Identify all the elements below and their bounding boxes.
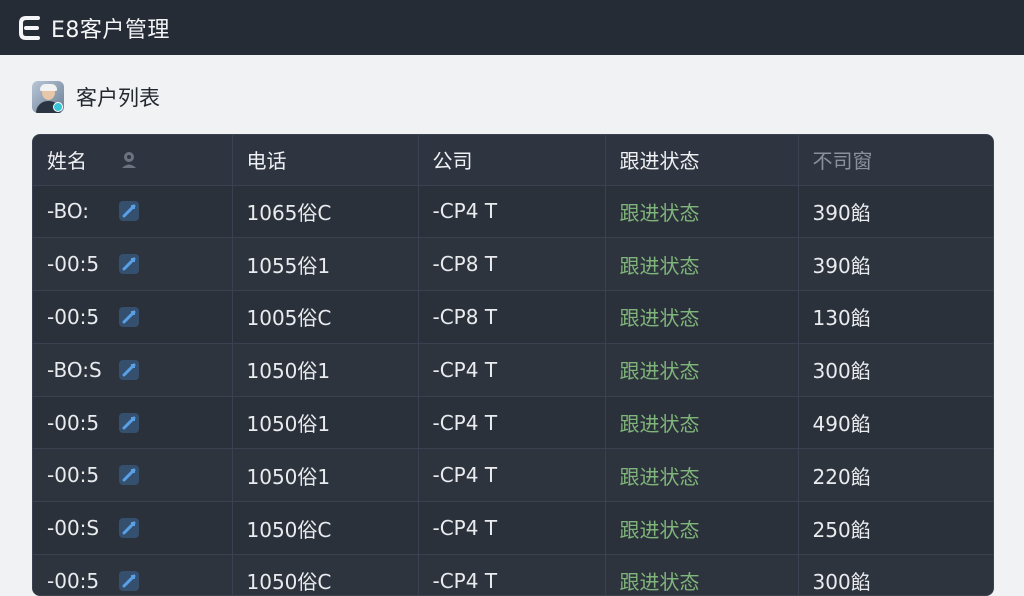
customer-name: -00:5 [47, 252, 100, 277]
cell-status[interactable]: 跟进状态 [605, 501, 799, 556]
cell-company: -CP8 T [418, 237, 606, 292]
edit-icon[interactable] [118, 570, 140, 592]
customer-table: 姓名 电话 公司 跟进状态 不司窗 -BO: 1065俗C -CP4 T 跟进状态 39… [32, 134, 994, 596]
cell-phone: 1050俗C [232, 554, 419, 595]
table-row[interactable]: -00:5 1005俗C -CP8 T 跟进状态 130餡 [33, 290, 993, 344]
cell-value: 390餡 [798, 237, 993, 292]
cell-status[interactable]: 跟进状态 [605, 343, 799, 397]
cell-company: -CP8 T [418, 290, 606, 344]
header-company[interactable]: 公司 [418, 135, 606, 186]
cell-phone: 1005俗C [232, 290, 419, 344]
cell-company: -CP4 T [418, 396, 606, 450]
section-title: 客户列表 [76, 86, 160, 110]
avatar[interactable] [32, 81, 64, 113]
table-row[interactable]: -BO:S 1050俗1 -CP4 T 跟进状态 300餡 [33, 343, 993, 397]
cell-name: -BO: [33, 185, 233, 239]
table-row[interactable]: -00:5 1050俗1 -CP4 T 跟进状态 220餡 [33, 448, 993, 503]
cell-name: -00:5 [33, 554, 233, 595]
cell-phone: 1050俗1 [232, 343, 419, 397]
cell-phone: 1055俗1 [232, 237, 419, 292]
cell-status[interactable]: 跟进状态 [605, 185, 799, 239]
cell-company: -CP4 T [418, 185, 606, 239]
edit-icon[interactable] [118, 412, 140, 434]
cell-value: 250餡 [798, 501, 993, 556]
edit-icon[interactable] [118, 306, 140, 328]
header-label: 姓名 [47, 149, 87, 174]
cell-name: -00:5 [33, 396, 233, 450]
online-status-icon [53, 102, 63, 112]
cell-phone: 1050俗C [232, 501, 419, 556]
logo-e-icon [19, 15, 40, 40]
cell-status[interactable]: 跟进状态 [605, 290, 799, 344]
cell-status[interactable]: 跟进状态 [605, 237, 799, 292]
customer-name: -BO:S [47, 357, 102, 382]
edit-icon[interactable] [118, 464, 140, 486]
cell-name: -00:S [33, 501, 233, 556]
app-title: E8客户管理 [51, 17, 170, 43]
top-bar: E8客户管理 [0, 0, 1024, 55]
cell-phone: 1050俗1 [232, 396, 419, 450]
edit-icon[interactable] [118, 253, 140, 275]
header-name[interactable]: 姓名 [33, 135, 233, 186]
header-status[interactable]: 跟进状态 [605, 135, 799, 186]
customer-name: -00:5 [47, 410, 100, 435]
edit-icon[interactable] [118, 517, 140, 539]
cell-value: 300餡 [798, 554, 993, 595]
table-row[interactable]: -00:S 1050俗C -CP4 T 跟进状态 250餡 [33, 501, 993, 556]
table-row[interactable]: -00:5 1050俗C -CP4 T 跟进状态 300餡 [33, 554, 993, 595]
cell-value: 490餡 [798, 396, 993, 450]
customer-name: -BO: [47, 199, 90, 224]
edit-icon[interactable] [118, 359, 140, 381]
cell-name: -BO:S [33, 343, 233, 397]
table-header-row: 姓名 电话 公司 跟进状态 不司窗 [33, 135, 993, 186]
cell-name: -00:5 [33, 448, 233, 503]
cell-status[interactable]: 跟进状态 [605, 554, 799, 595]
header-value[interactable]: 不司窗 [798, 135, 993, 186]
cell-value: 390餡 [798, 185, 993, 239]
table-row[interactable]: -00:5 1050俗1 -CP4 T 跟进状态 490餡 [33, 396, 993, 450]
sort-icon[interactable] [118, 149, 140, 171]
cell-value: 130餡 [798, 290, 993, 344]
customer-name: -00:5 [47, 568, 100, 593]
table-row[interactable]: -00:5 1055俗1 -CP8 T 跟进状态 390餡 [33, 237, 993, 292]
section-header: 客户列表 [32, 80, 160, 114]
cell-value: 220餡 [798, 448, 993, 503]
edit-icon[interactable] [118, 200, 140, 222]
table-row[interactable]: -BO: 1065俗C -CP4 T 跟进状态 390餡 [33, 185, 993, 239]
cell-name: -00:5 [33, 237, 233, 292]
cell-status[interactable]: 跟进状态 [605, 396, 799, 450]
cell-status[interactable]: 跟进状态 [605, 448, 799, 503]
cell-value: 300餡 [798, 343, 993, 397]
cell-phone: 1065俗C [232, 185, 419, 239]
cell-name: -00:5 [33, 290, 233, 344]
cell-phone: 1050俗1 [232, 448, 419, 503]
cell-company: -CP4 T [418, 343, 606, 397]
cell-company: -CP4 T [418, 501, 606, 556]
customer-name: -00:S [47, 516, 100, 541]
header-phone[interactable]: 电话 [232, 135, 419, 186]
customer-name: -00:5 [47, 304, 100, 329]
customer-name: -00:5 [47, 463, 100, 488]
cell-company: -CP4 T [418, 448, 606, 503]
cell-company: -CP4 T [418, 554, 606, 595]
